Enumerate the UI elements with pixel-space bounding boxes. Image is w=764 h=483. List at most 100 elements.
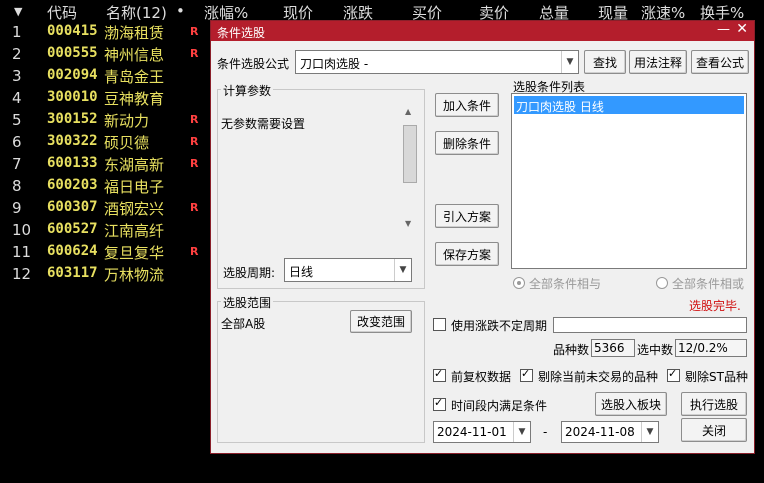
col-code[interactable]: 代码: [47, 2, 77, 23]
sort-arrow-icon[interactable]: ▼: [14, 5, 22, 18]
stock-name: 酒钢宏兴: [104, 200, 165, 218]
scroll-thumb[interactable]: [403, 125, 417, 183]
table-row[interactable]: 11 600624 复旦复华 R: [0, 242, 210, 264]
stock-name: 青岛金王: [104, 68, 165, 86]
chevron-down-icon[interactable]: ▼: [641, 422, 658, 442]
table-row[interactable]: 3 002094 青岛金王: [0, 66, 210, 88]
formula-label: 条件选股公式: [217, 57, 290, 71]
table-row[interactable]: 6 300322 硕贝德 R: [0, 132, 210, 154]
chevron-down-icon[interactable]: ▼: [561, 51, 578, 73]
table-row[interactable]: 1 000415 渤海租赁 R: [0, 22, 210, 44]
end-date-value: 2024-11-08: [565, 425, 635, 439]
table-row[interactable]: 9 600307 酒钢宏兴 R: [0, 198, 210, 220]
stock-code: 600527: [47, 221, 98, 237]
row-index: 8: [12, 177, 22, 195]
period-select[interactable]: 日线 ▼: [284, 258, 412, 282]
row-index: 7: [12, 155, 22, 173]
view-formula-button[interactable]: 查看公式: [691, 50, 749, 74]
count-label: 品种数: [553, 343, 590, 357]
save-scheme-button[interactable]: 保存方案: [435, 242, 499, 266]
period-condition-checkbox[interactable]: [433, 396, 446, 411]
close-button[interactable]: 关闭: [681, 418, 747, 442]
row-index: 4: [12, 89, 22, 107]
minimize-icon[interactable]: —: [717, 22, 730, 37]
row-index: 9: [12, 199, 22, 217]
condition-select-dialog: 条件选股 — ✕ 条件选股公式 刀口肉选股 - ▼ 查找 用法注释 查看公式 计…: [210, 20, 755, 454]
chevron-down-icon[interactable]: ▼: [394, 259, 411, 281]
range-group-label: 选股范围: [221, 294, 274, 311]
params-scrollbar[interactable]: ▲ ▼: [402, 105, 417, 231]
formula-combo[interactable]: 刀口肉选股 - ▼: [295, 50, 579, 74]
add-condition-button[interactable]: 加入条件: [435, 93, 499, 117]
import-scheme-button[interactable]: 引入方案: [435, 204, 499, 228]
execute-select-button[interactable]: 执行选股: [681, 392, 747, 416]
exclude-untraded-checkbox[interactable]: [520, 367, 533, 382]
period-condition-label: 时间段内满足条件: [451, 399, 548, 413]
margin-flag: R: [190, 47, 199, 60]
stock-name: 渤海租赁: [104, 24, 165, 42]
radio-or[interactable]: [656, 277, 668, 289]
change-range-button[interactable]: 改变范围: [350, 310, 412, 333]
end-date-picker[interactable]: 2024-11-08 ▼: [561, 421, 659, 443]
row-index: 1: [12, 23, 22, 41]
find-button[interactable]: 查找: [584, 50, 626, 74]
close-icon[interactable]: ✕: [736, 21, 748, 37]
uncertain-period-checkbox[interactable]: [433, 318, 446, 331]
stock-name: 福日电子: [104, 178, 165, 196]
stock-name: 神州信息: [104, 46, 165, 64]
dialog-titlebar[interactable]: 条件选股 — ✕: [211, 21, 754, 41]
margin-flag: R: [190, 113, 199, 126]
exclude-untraded-label: 剔除当前未交易的品种: [538, 370, 659, 384]
params-group-label: 计算参数: [221, 82, 274, 99]
stock-code: 600307: [47, 199, 98, 215]
exclude-st-checkbox[interactable]: [667, 367, 680, 382]
start-date-picker[interactable]: 2024-11-01 ▼: [433, 421, 531, 443]
row-index: 6: [12, 133, 22, 151]
stock-code: 300010: [47, 89, 98, 105]
scroll-down-icon[interactable]: ▼: [405, 219, 411, 228]
stock-name: 江南高纤: [104, 222, 165, 240]
chevron-down-icon[interactable]: ▼: [513, 422, 530, 442]
table-row[interactable]: 2 000555 神州信息 R: [0, 44, 210, 66]
scroll-up-icon[interactable]: ▲: [405, 107, 411, 116]
row-index: 10: [12, 221, 32, 239]
stock-name: 豆神教育: [104, 90, 165, 108]
table-row[interactable]: 7 600133 东湖高新 R: [0, 154, 210, 176]
add-to-block-button[interactable]: 选股入板块: [595, 392, 667, 416]
exclude-st-label: 剔除ST品种: [685, 370, 748, 384]
row-index: 2: [12, 45, 22, 63]
stock-code: 600203: [47, 177, 98, 193]
list-item[interactable]: 刀口肉选股 日线: [514, 96, 744, 114]
dialog-title: 条件选股: [217, 26, 266, 40]
range-value: 全部A股: [221, 317, 266, 331]
usage-notes-button[interactable]: 用法注释: [629, 50, 687, 74]
margin-flag: R: [190, 25, 199, 38]
row-index: 12: [12, 265, 32, 283]
condition-list[interactable]: 刀口肉选股 日线: [511, 93, 747, 269]
adjusted-data-checkbox[interactable]: [433, 367, 446, 382]
radio-and[interactable]: [513, 277, 525, 289]
selected-label: 选中数: [637, 343, 674, 357]
adjusted-data-label: 前复权数据: [451, 370, 512, 384]
uncertain-period-label: 使用涨跌不定周期: [451, 319, 548, 333]
table-row[interactable]: 12 603117 万林物流: [0, 264, 210, 286]
table-row[interactable]: 10 600527 江南高纤: [0, 220, 210, 242]
stock-code: 002094: [47, 67, 98, 83]
stock-code: 603117: [47, 265, 98, 281]
delete-condition-button[interactable]: 删除条件: [435, 131, 499, 155]
start-date-value: 2024-11-01: [437, 425, 507, 439]
stock-table-header: ▼ 代码 名称(12) • 涨幅% 现价 涨跌 买价 卖价 总量 现量 涨速% …: [0, 0, 764, 22]
stock-code: 000555: [47, 45, 98, 61]
formula-value: 刀口肉选股 -: [300, 57, 369, 71]
uncertain-period-input[interactable]: [553, 317, 747, 333]
col-name[interactable]: 名称(12): [106, 2, 167, 23]
status-text: 选股完毕.: [689, 299, 741, 313]
table-row[interactable]: 8 600203 福日电子: [0, 176, 210, 198]
margin-flag: R: [190, 201, 199, 214]
radio-or-label: 全部条件相或: [672, 277, 745, 291]
row-index: 5: [12, 111, 22, 129]
table-row[interactable]: 5 300152 新动力 R: [0, 110, 210, 132]
selected-field: 12/0.2%: [675, 339, 747, 357]
table-row[interactable]: 4 300010 豆神教育: [0, 88, 210, 110]
stock-name: 新动力: [104, 112, 150, 130]
